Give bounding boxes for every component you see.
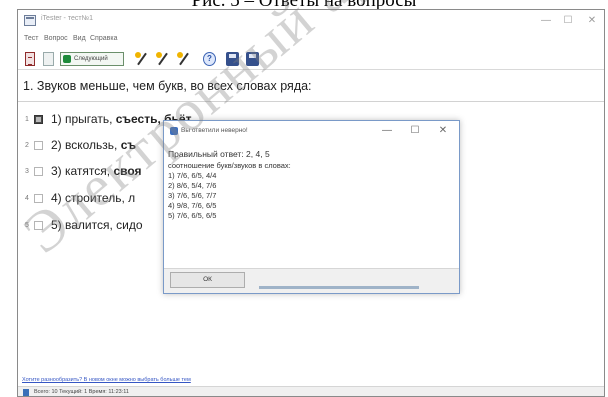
answer-text: 5) валится, сидо [51,218,143,232]
ratio-row: 1) 7/6, 6/5, 4/4 [168,171,217,180]
answer-checkbox[interactable] [34,167,43,176]
minimize-button[interactable]: — [536,13,556,29]
ok-button[interactable]: ОК [170,272,245,288]
dialog-scrollbar[interactable] [259,286,419,289]
save-all-icon[interactable] [246,52,259,66]
menu-question[interactable]: Вопрос [44,35,68,42]
help-icon[interactable]: ? [203,52,216,66]
ratio-row: 3) 7/6, 5/6, 7/7 [168,191,217,200]
ratio-row: 4) 9/8, 7/6, 6/5 [168,201,217,210]
app-icon [170,127,178,135]
divider [18,101,604,102]
figure-caption-text: Рис. 5 – Ответы на вопросы [0,0,608,9]
magic-wand-icon[interactable] [135,52,149,66]
close-button[interactable]: ✕ [582,13,602,29]
dialog-subtitle: соотношение букв/звуков в словах: [168,161,291,170]
answer-checkbox[interactable] [34,115,43,124]
answer-number: 4 [25,195,29,202]
dialog-title-bar: Вы ответили неверно! — ☐ ✕ [164,121,459,141]
question-text: 1. Звуков меньше, чем букв, во всех слов… [23,79,312,93]
answer-text: 4) строитель, л [51,191,136,205]
ratio-row: 2) 8/6, 5/4, 7/6 [168,181,217,190]
status-bar: Всего: 10 Текущий: 1 Время: 11:23:11 [18,386,604,396]
toolbar: Следующий ? [18,48,604,70]
magic-wand-icon[interactable] [156,52,170,66]
figure-caption: Рис. 5 – Ответы на вопросы [0,0,608,9]
answer-text: 3) катятся, своя [51,164,142,178]
answer-number: 5 [25,222,29,229]
next-button[interactable]: Следующий [60,52,124,66]
ratio-row: 5) 7/6, 6/5, 6/5 [168,211,217,220]
menu-help[interactable]: Справка [90,35,117,42]
info-icon [23,389,29,396]
result-dialog: Вы ответили неверно! — ☐ ✕ Правильный от… [163,120,460,294]
app-icon [24,15,36,26]
dialog-minimize-button[interactable]: — [376,123,398,139]
magic-wand-icon[interactable] [177,52,191,66]
clipboard-icon[interactable] [25,52,35,66]
answer-text: 2) вскользь, съ [51,138,136,152]
answer-number: 3 [25,168,29,175]
dialog-title: Вы ответили неверно! [181,127,248,134]
dialog-body: Правильный ответ: 2, 4, 5 соотношение бу… [164,141,459,269]
title-bar: iTester - тест№1 — ☐ ✕ [18,10,604,32]
menu-bar: Тест Вопрос Вид Справка [18,32,604,48]
correct-answer-text: Правильный ответ: 2, 4, 5 [168,149,270,159]
document-icon[interactable] [43,52,54,66]
window-title: iTester - тест№1 [41,15,93,22]
answer-checkbox[interactable] [34,141,43,150]
dialog-close-button[interactable]: ✕ [432,123,454,139]
menu-view[interactable]: Вид [73,35,86,42]
answer-checkbox[interactable] [34,194,43,203]
answer-number: 2 [25,142,29,149]
answer-number: 1 [25,116,29,123]
status-link[interactable]: Хотите разнообразить? В новом окне можно… [22,377,191,383]
answer-checkbox[interactable] [34,221,43,230]
dialog-maximize-button[interactable]: ☐ [404,123,426,139]
maximize-button[interactable]: ☐ [558,13,578,29]
status-text: Всего: 10 Текущий: 1 Время: 11:23:11 [34,389,129,395]
menu-test[interactable]: Тест [24,35,38,42]
save-icon[interactable] [226,52,239,66]
